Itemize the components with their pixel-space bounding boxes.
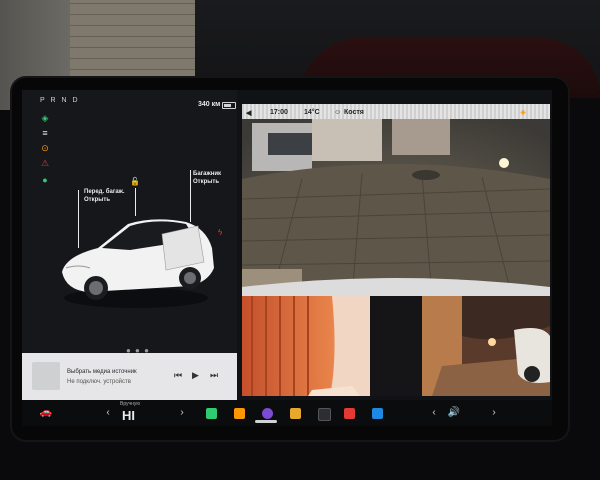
next-track-icon[interactable]: ⏭: [210, 370, 218, 381]
energy-icon[interactable]: [234, 408, 245, 419]
profile-icon[interactable]: ☺: [334, 109, 341, 116]
media-source-label[interactable]: Выбрать медиа источник: [67, 369, 137, 375]
left-camera-image: [242, 296, 370, 396]
camera-back-icon[interactable]: ◀: [246, 109, 251, 117]
right-repeater-camera[interactable]: [422, 296, 550, 396]
phone-icon[interactable]: [206, 408, 217, 419]
bg-brick-wall: [70, 0, 195, 80]
media-player[interactable]: Выбрать медиа источник Не подключ. устро…: [22, 353, 237, 400]
play-icon[interactable]: ▶: [192, 370, 199, 381]
car-icon[interactable]: 🚗: [38, 407, 54, 419]
outside-temp: 14°C: [304, 109, 320, 116]
temp-up-icon[interactable]: ›: [178, 407, 186, 419]
touchscreen: P R N D 340 км ◈ ≡ ⊙ ⚠ ● Перед. багаж. О…: [22, 90, 552, 426]
lock-icon[interactable]: 🔓: [130, 177, 140, 186]
high-beam-icon: ≡: [42, 128, 48, 138]
headlight-green-icon: ◈: [41, 113, 49, 123]
volume-up-icon[interactable]: ›: [490, 407, 498, 419]
volume-icon[interactable]: 🔊: [446, 407, 462, 419]
range-readout: 340 км: [198, 101, 221, 108]
tire-warning-icon: ⊙: [41, 143, 49, 153]
more-apps-icon[interactable]: [318, 408, 331, 421]
climate-temp[interactable]: HI: [122, 408, 135, 423]
charge-port-icon[interactable]: ϟ: [218, 228, 222, 237]
driver-profile-name[interactable]: Костя: [344, 109, 364, 116]
rear-trunk-label[interactable]: Багажник Открыть: [193, 170, 233, 186]
sun-icon: ☀: [520, 110, 527, 117]
rear-camera-image: [242, 119, 550, 297]
bluetooth-icon[interactable]: [372, 408, 383, 419]
bottom-taskbar: 🚗 ‹ Вручную HI › ‹ 🔊 ›: [22, 400, 552, 426]
photo-scene: P R N D 340 км ◈ ≡ ⊙ ⚠ ● Перед. багаж. О…: [0, 0, 600, 480]
traction-icon: ●: [42, 175, 48, 185]
front-trunk-label[interactable]: Перед. багаж. Открыть: [84, 188, 140, 204]
battery-icon: [222, 102, 236, 109]
music-icon[interactable]: [344, 408, 355, 419]
clock: 17:00: [270, 109, 288, 116]
media-artwork: [32, 362, 60, 390]
car-3d-model[interactable]: [58, 206, 216, 316]
volume-down-icon[interactable]: ‹: [430, 407, 438, 419]
left-repeater-camera[interactable]: [242, 296, 370, 396]
climate-mode-label: Вручную: [120, 401, 141, 407]
gear-selector[interactable]: P R N D: [40, 97, 80, 104]
media-device-status: Не подключ. устройств: [67, 379, 131, 385]
home-indicator[interactable]: [255, 420, 277, 423]
calendar-icon[interactable]: [290, 408, 301, 419]
previous-track-icon[interactable]: ⏮: [174, 370, 182, 381]
temp-down-icon[interactable]: ‹: [104, 407, 112, 419]
right-camera-image: [422, 296, 550, 396]
rear-camera-view[interactable]: [242, 119, 550, 297]
car-model-svg: [62, 219, 214, 308]
camera-icon[interactable]: [262, 408, 273, 419]
seatbelt-warning-icon: ⚠: [40, 158, 50, 168]
